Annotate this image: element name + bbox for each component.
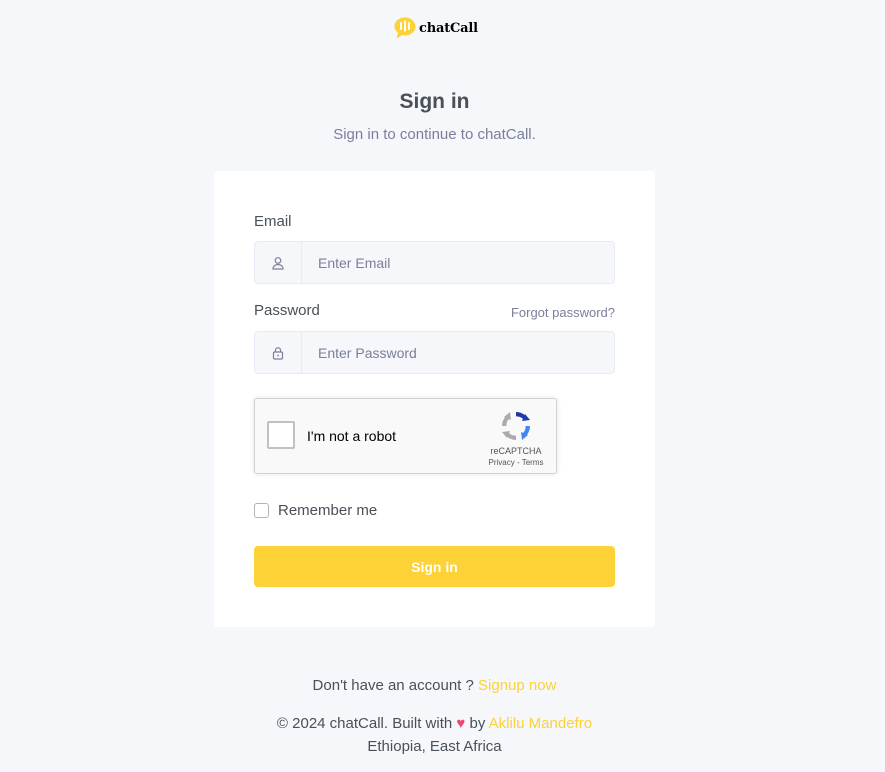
recaptcha-checkbox[interactable]: [267, 421, 295, 449]
lock-icon: [255, 332, 302, 373]
recaptcha-logo-icon: [502, 412, 530, 440]
recaptcha-widget: I'm not a robot reCAPTCHA Privacy - Term…: [254, 398, 557, 474]
page-title: Sign in: [399, 90, 470, 113]
remember-me-checkbox[interactable]: [254, 503, 269, 518]
copyright-line: © 2024 chatCall. Built with ♥ by Aklilu …: [0, 715, 869, 732]
remember-me[interactable]: Remember me: [254, 502, 377, 519]
signin-card: Email Password Forgot password?: [214, 171, 655, 627]
signin-button[interactable]: Sign in: [254, 546, 615, 587]
brand-name: chatCall: [419, 20, 478, 36]
location-text: Ethiopia, East Africa: [367, 738, 502, 755]
heart-icon: ♥: [456, 715, 466, 732]
signup-prompt: Don't have an account ?: [312, 677, 474, 694]
signin-page: chatCall Sign in Sign in to continue to …: [0, 0, 885, 772]
password-label: Password: [254, 302, 320, 319]
password-input-group: [254, 331, 615, 374]
user-icon: [255, 242, 302, 283]
recaptcha-brand: reCAPTCHA: [490, 446, 542, 456]
signup-prompt-line: Don't have an account ? Signup now: [0, 677, 869, 694]
email-input-group: [254, 241, 615, 284]
by-text: by: [469, 715, 486, 732]
page-subtitle: Sign in to continue to chatCall.: [333, 126, 536, 143]
recaptcha-label: I'm not a robot: [307, 428, 397, 444]
email-input[interactable]: [302, 242, 614, 283]
author-link[interactable]: Aklilu Mandefro: [489, 715, 592, 732]
password-input[interactable]: [302, 332, 614, 373]
recaptcha-privacy-terms[interactable]: Privacy - Terms: [475, 458, 557, 467]
forgot-password-link[interactable]: Forgot password?: [511, 305, 615, 320]
email-label: Email: [254, 213, 292, 230]
remember-me-label[interactable]: Remember me: [278, 502, 377, 519]
chat-bubble-logo-icon: [394, 17, 416, 39]
signup-link[interactable]: Signup now: [478, 677, 556, 694]
copyright-text: © 2024 chatCall. Built with: [276, 715, 453, 732]
brand-logo[interactable]: chatCall: [393, 16, 478, 40]
